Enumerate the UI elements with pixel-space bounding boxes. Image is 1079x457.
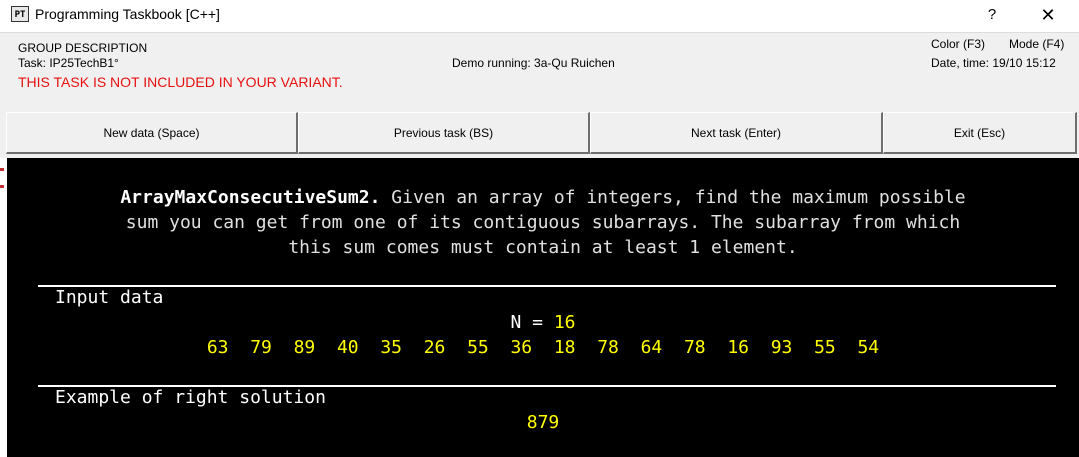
n-value: 16	[553, 312, 576, 333]
n-label: N =	[510, 312, 554, 333]
array-element: 93	[770, 337, 793, 358]
array-element: 54	[857, 337, 880, 358]
color-toggle[interactable]: Color (F3)	[931, 37, 985, 51]
datetime-label: Date, time: 19/10 15:12	[931, 56, 1056, 70]
section-divider	[38, 285, 1056, 287]
array-element: 36	[510, 337, 533, 358]
group-description-link[interactable]: GROUP DESCRIPTION	[18, 41, 147, 55]
array-element: 55	[467, 337, 489, 358]
array-element: 16	[727, 337, 750, 358]
info-panel: GROUP DESCRIPTION Task: IP25TechB1° THIS…	[0, 32, 1079, 110]
exit-button[interactable]: Exit (Esc)	[883, 112, 1077, 154]
array-element: 64	[640, 337, 663, 358]
new-data-button[interactable]: New data (Space)	[6, 112, 298, 154]
array-element: 40	[336, 337, 359, 358]
array-element: 79	[250, 337, 272, 358]
mode-toggle[interactable]: Mode (F4)	[1009, 37, 1064, 51]
task-name: Task: IP25TechB1°	[18, 56, 119, 70]
array-element: 89	[293, 337, 316, 358]
array-element: 63	[206, 337, 229, 358]
input-array-values: 63 79 89 40 35 26 55 36 18 78 64 78 16 9…	[7, 337, 1079, 358]
array-element: 78	[683, 337, 706, 358]
help-button[interactable]: ?	[970, 0, 1014, 32]
variant-warning: THIS TASK IS NOT INCLUDED IN YOUR VARIAN…	[18, 74, 343, 90]
title-bar: PT Programming Taskbook [C++] ? ✕	[0, 0, 1079, 32]
window-edge-decoration	[0, 152, 4, 188]
app-logo-icon: PT	[11, 6, 29, 22]
close-icon[interactable]: ✕	[1026, 0, 1070, 32]
window-title: Programming Taskbook [C++]	[35, 6, 220, 22]
n-value-line: N = 16	[7, 312, 1079, 333]
task-description-line-3: this sum comes must contain at least 1 e…	[288, 237, 798, 258]
next-task-button[interactable]: Next task (Enter)	[590, 112, 883, 154]
array-element: 26	[423, 337, 446, 358]
demo-status: Demo running: 3a-Qu Ruichen	[452, 56, 615, 70]
array-element: 35	[380, 337, 403, 358]
task-description-line-1: ArrayMaxConsecutiveSum2. Given an array …	[7, 187, 1079, 208]
description-text: Given an array of integers, find the max…	[380, 187, 966, 208]
button-row: New data (Space) Previous task (BS) Next…	[0, 110, 1079, 158]
array-element: 18	[553, 337, 576, 358]
task-console: ArrayMaxConsecutiveSum2. Given an array …	[7, 158, 1079, 457]
array-element: 78	[597, 337, 619, 358]
array-element: 55	[814, 337, 836, 358]
example-solution-heading: Example of right solution	[55, 387, 326, 408]
previous-task-button[interactable]: Previous task (BS)	[298, 112, 590, 154]
example-result-value: 879	[526, 412, 560, 433]
task-description-line-2: sum you can get from one of its contiguo…	[125, 212, 961, 233]
input-data-heading: Input data	[55, 287, 164, 308]
function-name: ArrayMaxConsecutiveSum2.	[120, 187, 381, 208]
